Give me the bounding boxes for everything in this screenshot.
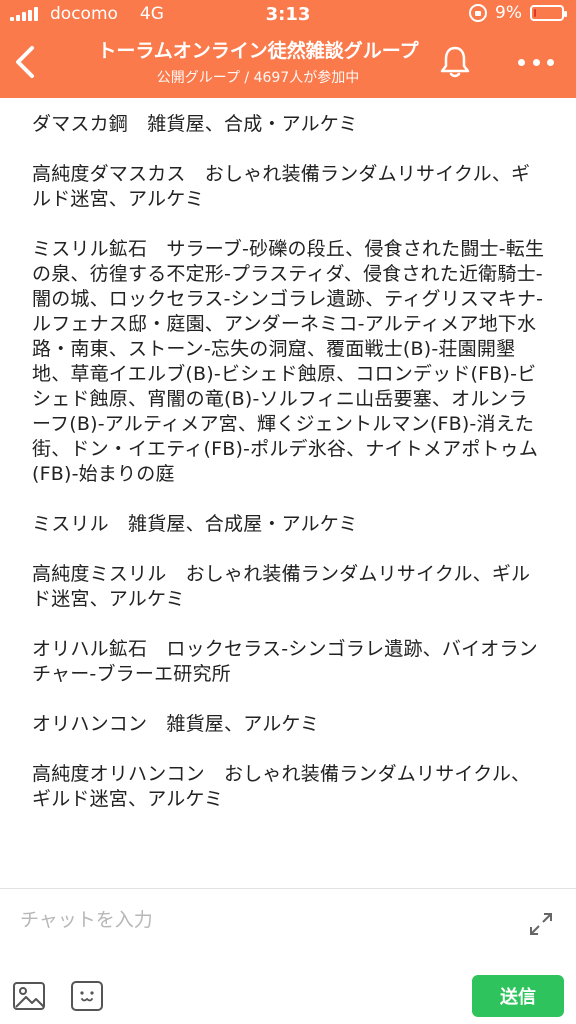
message-paragraph: オリハンコン 雑貨屋、アルケミ [32,713,320,735]
message-paragraph: 高純度オリハンコン おしゃれ装備ランダムリサイクル、ギルド迷宮、アルケミ [32,763,531,810]
message-content: ダマスカ鋼 雑貨屋、合成・アルケミ高純度ダマスカス おしゃれ装備ランダムリサイク… [0,98,576,888]
message-paragraph: 高純度ダマスカス おしゃれ装備ランダムリサイクル、ギルド迷宮、アルケミ [32,163,531,210]
send-button[interactable]: 送信 [472,975,564,1017]
rotation-lock-icon [469,4,488,22]
battery-icon [530,5,567,21]
app-header: docomo 4G 3:13 9% トーラムオンライン徒然雑談グループ 公開グル… [0,0,576,98]
battery-percent: 9% [495,3,522,23]
more-icon[interactable] [518,52,554,72]
back-icon[interactable] [10,40,44,84]
message-paragraph: 高純度ミスリル おしゃれ装備ランダムリサイクル、ギルド迷宮、アルケミ [32,563,531,610]
bell-icon[interactable] [438,44,472,80]
nav-bar: トーラムオンライン徒然雑談グループ 公開グループ / 4697人が参加中 [0,30,576,98]
page-subtitle: 公開グループ / 4697人が参加中 [156,70,360,86]
message-paragraph: オリハル鉱石 ロックセラス-シンゴラレ遺跡、バイオランチャー-ブラーエ研究所 [32,638,538,685]
message-paragraph: ダマスカ鋼 雑貨屋、合成・アルケミ [32,113,358,135]
message-paragraph: ミスリル 雑貨屋、合成屋・アルケミ [32,513,358,535]
image-icon[interactable] [12,979,46,1013]
status-bar: docomo 4G 3:13 9% [0,0,576,30]
page-title: トーラムオンライン徒然雑談グループ [97,40,419,62]
header-titles: トーラムオンライン徒然雑談グループ 公開グループ / 4697人が参加中 [60,36,456,87]
emoji-icon[interactable] [70,979,104,1013]
chat-input[interactable]: チャットを入力 [20,905,490,939]
expand-icon[interactable] [528,911,554,937]
chat-composer: チャットを入力 送信 [0,888,576,1024]
message-paragraph: ミスリル鉱石 サラーブ-砂礫の段丘、侵食された闘士-転生の泉、彷徨する不定形-プ… [32,238,545,485]
